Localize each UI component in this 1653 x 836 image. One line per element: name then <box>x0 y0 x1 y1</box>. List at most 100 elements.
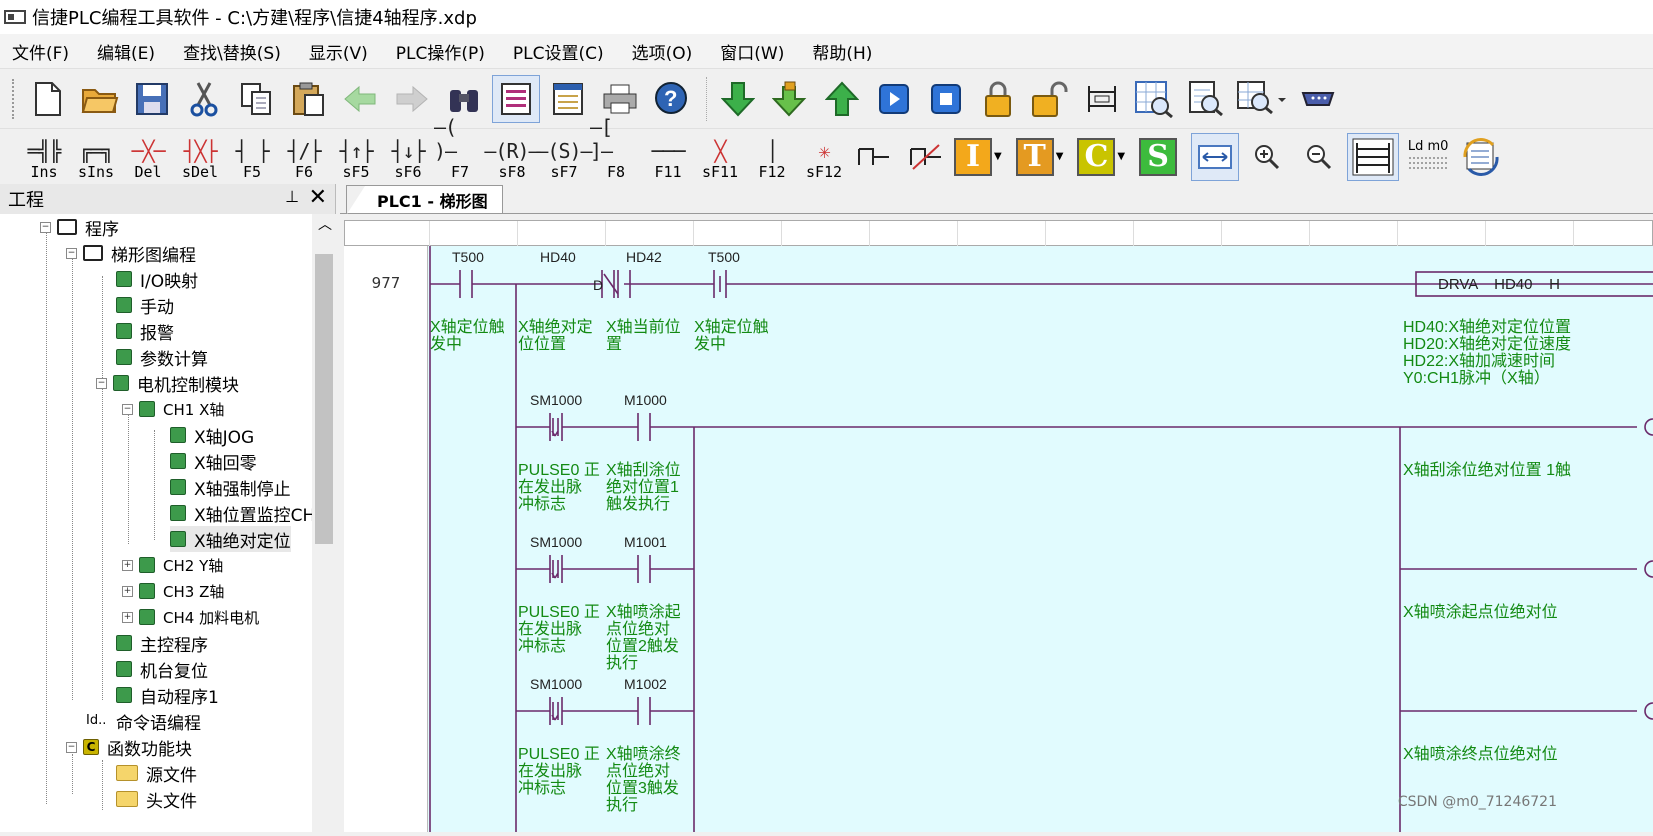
open-folder-icon[interactable] <box>76 75 124 123</box>
drva-instruction[interactable]: DRVA HD40 H <box>1438 276 1560 293</box>
horizontal-line-button[interactable]: ─── F11 <box>642 131 694 183</box>
collapse-icon[interactable]: − <box>122 403 133 415</box>
erase-line-icon[interactable] <box>902 133 950 181</box>
zoom-in-icon[interactable] <box>1243 133 1291 181</box>
menu-edit[interactable]: 编辑(E) <box>97 39 155 64</box>
insert-row-button[interactable]: ═╣╠ Ins <box>18 131 70 183</box>
tree-item[interactable]: − 电机控制模块 <box>96 370 239 396</box>
tree-item[interactable]: 头文件 <box>116 786 197 812</box>
expand-icon[interactable]: + <box>122 585 133 597</box>
rising-edge-button[interactable]: ┤↑├ sF5 <box>330 131 382 183</box>
paste-icon[interactable] <box>284 75 332 123</box>
download-icon[interactable] <box>714 75 762 123</box>
copy-icon[interactable] <box>232 75 280 123</box>
tree-item[interactable]: + CH4 加料电机 <box>122 604 259 630</box>
tree-scrollbar[interactable]: ︿ <box>312 214 336 832</box>
undo-arrow-icon[interactable] <box>336 75 384 123</box>
cut-icon[interactable] <box>180 75 228 123</box>
tree-item[interactable]: 报警 <box>116 318 174 344</box>
delete-row-button[interactable]: ─╳─ Del <box>122 131 174 183</box>
collapse-icon[interactable]: − <box>96 377 107 389</box>
zoom-out-icon[interactable] <box>1295 133 1343 181</box>
falling-edge-button[interactable]: ┤↓├ sF6 <box>382 131 434 183</box>
fit-width-icon[interactable] <box>1191 132 1240 181</box>
upload-icon[interactable] <box>818 75 866 123</box>
menu-view[interactable]: 显示(V) <box>309 39 368 64</box>
save-icon[interactable] <box>128 75 176 123</box>
help-icon[interactable]: ? <box>648 75 696 123</box>
collapse-icon[interactable]: − <box>40 221 51 233</box>
expand-icon[interactable]: + <box>122 611 133 623</box>
ld-m0-button[interactable]: Ld m0 <box>1403 133 1453 181</box>
tree-item[interactable]: I/O映射 <box>116 266 198 292</box>
tree-item[interactable]: 源文件 <box>116 760 197 786</box>
tree-item[interactable]: 参数计算 <box>116 344 208 370</box>
menu-options[interactable]: 选项(O) <box>632 39 693 64</box>
document-zoom-icon[interactable] <box>1182 75 1230 123</box>
step-s-button[interactable]: S <box>1139 137 1178 176</box>
coil-button[interactable]: ―( )― F7 <box>434 115 486 183</box>
vertical-line-button[interactable]: │ F12 <box>746 131 798 183</box>
expand-icon[interactable]: + <box>122 559 133 571</box>
tree-item[interactable]: + CH2 Y轴 <box>122 552 223 578</box>
collapse-icon[interactable]: − <box>66 247 77 259</box>
close-icon[interactable]: ✕ <box>309 185 327 210</box>
tree-item[interactable]: + CH3 Z轴 <box>122 578 224 604</box>
monitor-icon[interactable] <box>1078 75 1126 123</box>
ladder-diagram[interactable]: 977 D T500 HD40 HD42 T500 DRVA HD40 H X轴… <box>344 246 1653 836</box>
collapse-icon[interactable]: − <box>66 741 77 753</box>
convert-refresh-icon[interactable] <box>1457 133 1505 181</box>
tree-item[interactable]: X轴JOG <box>170 422 254 448</box>
delete-column-button[interactable]: ┤╳├ sDel <box>174 131 226 183</box>
stop-icon[interactable] <box>922 75 970 123</box>
table-zoom-icon[interactable] <box>1130 75 1178 123</box>
tree-item[interactable]: − 梯形图编程 <box>66 240 196 266</box>
tree-item[interactable]: − C 函数功能块 <box>66 734 192 760</box>
chevron-down-icon[interactable]: ▼ <box>1056 151 1064 162</box>
download-lock-icon[interactable] <box>766 75 814 123</box>
counter-c-button[interactable]: C <box>1077 137 1116 176</box>
rung-area[interactable]: D T500 HD40 HD42 T500 DRVA HD40 H X轴定位触发… <box>428 246 1653 836</box>
tree-item[interactable]: X轴位置监控CH <box>170 500 312 526</box>
run-icon[interactable] <box>870 75 918 123</box>
menu-file[interactable]: 文件(F) <box>12 39 69 64</box>
ladder-view-icon[interactable] <box>492 74 540 123</box>
lock-icon[interactable] <box>974 75 1022 123</box>
reset-coil-button[interactable]: ―(R)― sF8 <box>484 131 540 183</box>
chevron-down-icon[interactable]: ▼ <box>994 151 1002 162</box>
tree-item[interactable]: − 程序 <box>40 214 119 240</box>
set-coil-button[interactable]: ―(S)― sF7 <box>536 131 592 183</box>
tree-item[interactable]: X轴回零 <box>170 448 257 474</box>
tree-item-selected[interactable]: X轴绝对定位 <box>170 526 291 552</box>
tree-item[interactable]: 机台复位 <box>116 656 208 682</box>
ladder-grid-icon[interactable] <box>1347 132 1400 181</box>
tree-item[interactable]: X轴强制停止 <box>170 474 291 500</box>
instruction-button[interactable]: ―[ ]― F8 <box>590 115 642 183</box>
tree-item[interactable]: 手动 <box>116 292 174 318</box>
new-file-icon[interactable] <box>24 75 72 123</box>
menu-window[interactable]: 窗口(W) <box>720 39 784 64</box>
tree-item[interactable]: 主控程序 <box>116 630 208 656</box>
tree-item[interactable]: 自动程序1 <box>116 682 219 708</box>
menu-find-replace[interactable]: 查找\替换(S) <box>183 39 281 64</box>
menu-plc-settings[interactable]: PLC设置(C) <box>513 39 604 64</box>
zoom-dropdown-icon[interactable] <box>1234 75 1290 123</box>
tree-item[interactable]: − CH1 X轴 <box>122 396 224 422</box>
chevron-down-icon[interactable]: ▼ <box>1117 151 1125 162</box>
menu-help[interactable]: 帮助(H) <box>812 39 872 64</box>
unlock-icon[interactable] <box>1026 75 1074 123</box>
scrollbar-thumb[interactable] <box>315 254 333 544</box>
list-view-icon[interactable] <box>544 75 592 123</box>
chevron-up-icon[interactable]: ︿ <box>318 214 332 234</box>
menu-plc-operation[interactable]: PLC操作(P) <box>396 39 485 64</box>
input-i-button[interactable]: I <box>954 137 992 176</box>
tab-plc1-ladder[interactable]: PLC1 - 梯形图 <box>346 185 503 214</box>
redo-arrow-icon[interactable] <box>388 75 436 123</box>
no-contact-button[interactable]: ┤ ├ F5 <box>226 131 278 183</box>
insert-column-button[interactable]: ╔═╗ sIns <box>70 131 122 183</box>
serial-port-icon[interactable] <box>1294 75 1342 123</box>
delete-horizontal-line-button[interactable]: ╳ sF11 <box>694 131 746 183</box>
pin-icon[interactable]: ⊥ <box>285 187 299 206</box>
timer-t-button[interactable]: T <box>1015 137 1054 176</box>
delete-vertical-line-button[interactable]: ✳ sF12 <box>798 131 850 183</box>
